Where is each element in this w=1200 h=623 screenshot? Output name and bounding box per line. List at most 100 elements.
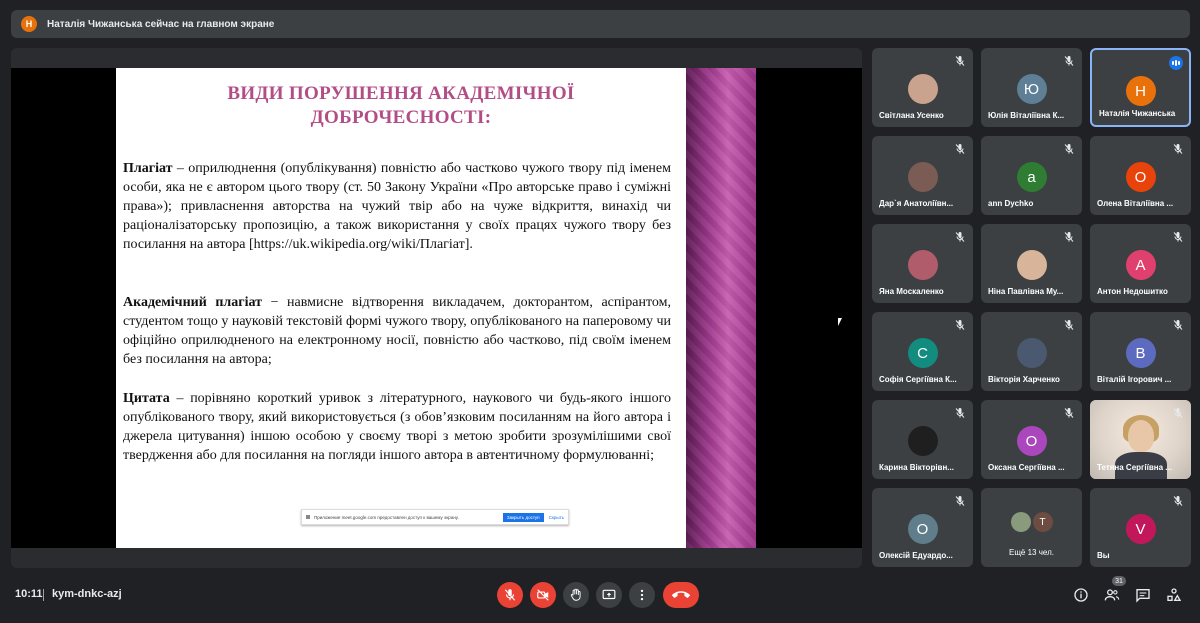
stop-sharing-button[interactable]: Закрыть доступ [502,512,544,522]
participant-name: Вікторія Харченко [988,375,1060,384]
avatar: V [1125,514,1156,544]
participant-name: Наталія Чижанська [1099,109,1176,118]
participant-tile[interactable]: Н Наталія Чижанська [1090,48,1191,127]
present-icon [602,589,616,600]
mic-off-icon [1063,142,1075,154]
participant-name: Юлія Віталіївна К... [988,111,1065,120]
activities-icon [1167,588,1182,601]
participant-tile[interactable]: В Віталій Ігорович ... [1090,312,1191,391]
speaking-indicator-icon [1169,56,1183,70]
meeting-code: kym-dnkc-azj [52,588,122,600]
participant-tile[interactable]: Світлана Усенко [872,48,973,127]
participant-tile[interactable]: Вікторія Харченко [981,312,1082,391]
avatar [907,74,938,104]
avatar: Ю [1016,74,1047,104]
avatar [907,250,938,280]
hide-notice-button[interactable]: Скрыть [549,515,564,520]
divider [43,589,44,601]
present-button[interactable] [596,582,622,608]
avatar [1010,512,1031,532]
people-count-badge: 31 [1112,576,1126,586]
participant-tile[interactable]: Дар`я Анатоліївн... [872,136,973,215]
participant-tile[interactable]: Карина Вікторівн... [872,400,973,479]
meeting-details-button[interactable] [1071,585,1091,605]
participant-name: Антон Недошитко [1097,287,1168,296]
bottom-bar: 10:11 kym-dnkc-azj 31 [0,572,1200,623]
mic-off-icon [954,318,966,330]
participant-name: Оксана Сергіївна ... [988,463,1065,472]
presenter-avatar: Н [21,16,37,32]
participant-name: Світлана Усенко [879,111,944,120]
paragraph-quote: Цитата – порівняно короткий уривок з літ… [123,389,671,465]
notice-icon [306,515,310,519]
mic-off-icon [504,589,516,601]
camera-toggle-button[interactable] [530,582,556,608]
avatar: a [1016,162,1047,192]
notice-text: Приложение meet.google.com предоставлен … [314,514,459,520]
mic-off-icon [1063,230,1075,242]
slide-title: ВИДИ ПОРУШЕННЯ АКАДЕМІЧНОЇ ДОБРОЧЕСНОСТІ… [116,82,686,130]
mic-off-icon [954,142,966,154]
paragraph-plagiarism: Плагіат – оприлюднення (опублікування) п… [123,159,671,254]
participant-tile[interactable]: Т Ещё 13 чел. [981,488,1082,567]
participant-name: ann Dychko [988,199,1034,208]
mic-toggle-button[interactable] [497,582,523,608]
participant-tile[interactable]: Ніна Павлівна Му... [981,224,1082,303]
def-plagiarism: – оприлюднення (опублікування) повністю … [123,161,671,252]
participant-tile[interactable]: А Антон Недошитко [1090,224,1191,303]
presenting-text: Наталія Чижанська сейчас на главном экра… [47,18,275,30]
mic-off-icon [1063,318,1075,330]
people-button[interactable] [1102,585,1122,605]
camera-off-icon [537,589,549,601]
participant-name: Дар`я Анатоліївн... [879,199,954,208]
participant-name: Тетяна Сергіївна ... [1097,463,1172,472]
avatar: С [907,338,938,368]
def-quote: – порівняно короткий уривок з літературн… [123,391,671,463]
mic-off-icon [1063,406,1075,418]
chat-button[interactable] [1133,585,1153,605]
participant-tile[interactable]: О Оксана Сергіївна ... [981,400,1082,479]
people-icon [1104,589,1120,601]
avatar [907,162,938,192]
avatar: А [1125,250,1156,280]
participant-name: Софія Сергіївна К... [879,375,957,384]
participant-tile[interactable]: V Вы [1090,488,1191,567]
leave-call-button[interactable] [663,582,699,608]
participant-tile[interactable]: О Олена Віталіївна ... [1090,136,1191,215]
participant-name: Олена Віталіївна ... [1097,199,1174,208]
screen-share-notice: Приложение meet.google.com предоставлен … [301,509,569,525]
mic-off-icon [954,494,966,506]
participant-name: Олексій Едуардо... [879,551,953,560]
more-options-icon [640,589,644,601]
participant-name: Ещё 13 чел. [1009,548,1054,557]
avatar: Т [1032,512,1053,532]
participant-tile[interactable]: Ю Юлія Віталіївна К... [981,48,1082,127]
avatar [1016,250,1047,280]
presenting-banner: Н Наталія Чижанська сейчас на главном эк… [11,10,1190,38]
mouse-cursor [838,318,842,326]
info-icon [1074,588,1088,602]
paragraph-academic-plagiarism: Академічний плагіат − навмисне відтворен… [123,293,671,369]
participant-tile[interactable]: Яна Москаленко [872,224,973,303]
slide-title-line2: ДОБРОЧЕСНОСТІ: [310,107,492,128]
presentation-stage[interactable]: ВИДИ ПОРУШЕННЯ АКАДЕМІЧНОЇ ДОБРОЧЕСНОСТІ… [11,48,862,568]
activities-button[interactable] [1164,585,1184,605]
end-call-icon [672,591,690,598]
avatar [1016,338,1047,368]
participant-tile[interactable]: Тетяна Сергіївна ... [1090,400,1191,479]
raise-hand-button[interactable] [563,582,589,608]
avatar: О [1016,426,1047,456]
avatar [907,426,938,456]
mic-off-icon [1172,406,1184,418]
mic-off-icon [1063,54,1075,66]
term-academic-plagiarism: Академічний плагіат [123,295,263,310]
slide-title-line1: ВИДИ ПОРУШЕННЯ АКАДЕМІЧНОЇ [227,83,575,104]
participant-tile[interactable]: a ann Dychko [981,136,1082,215]
mic-off-icon [1172,494,1184,506]
participant-name: Карина Вікторівн... [879,463,954,472]
meeting-time: 10:11 [15,588,43,600]
mic-off-icon [954,406,966,418]
participant-tile[interactable]: О Олексій Едуардо... [872,488,973,567]
more-options-button[interactable] [629,582,655,608]
participant-tile[interactable]: С Софія Сергіївна К... [872,312,973,391]
